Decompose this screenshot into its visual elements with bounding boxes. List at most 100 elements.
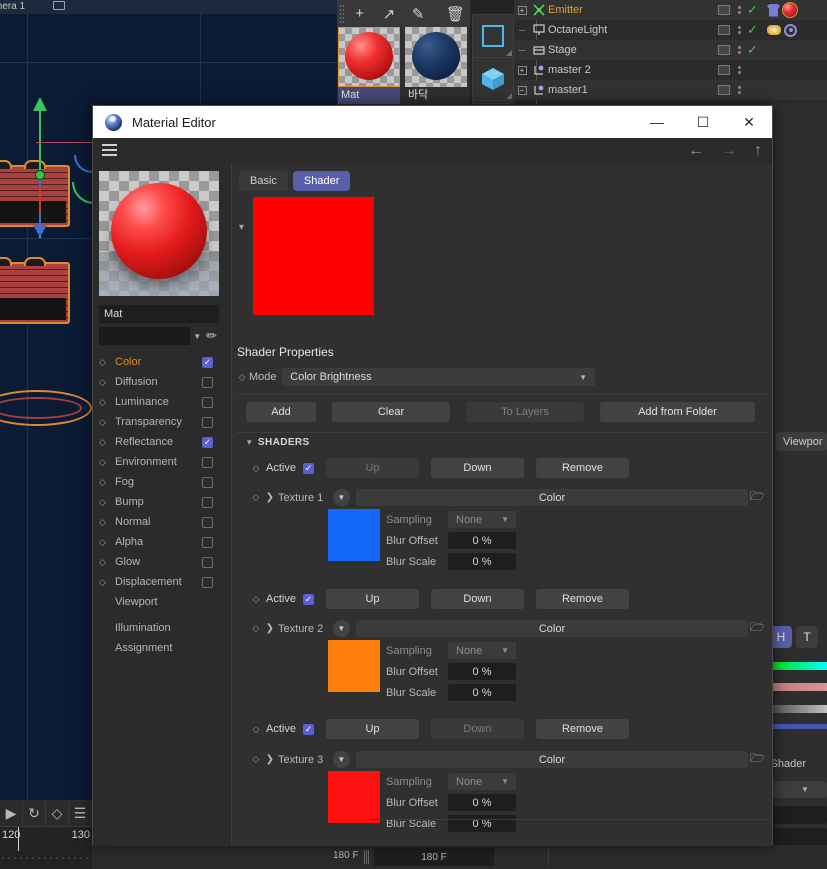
sampling-combo[interactable]: None ▼ [448,511,516,528]
channel-label[interactable]: Color [115,356,202,368]
back-arrow-icon[interactable]: ← [688,142,704,160]
texture-color-swatch[interactable] [328,509,380,561]
channel-checkbox[interactable] [202,576,213,588]
keyframe-diamond-icon[interactable]: ◇ [246,754,266,765]
square-icon[interactable] [473,15,513,58]
active-checkbox[interactable]: ✓ [302,593,314,605]
channel-checkbox[interactable] [202,416,213,428]
channel-label[interactable]: Environment [115,456,202,468]
keyframe-diamond-icon[interactable]: ◇ [99,397,115,408]
expand-plus-icon[interactable]: + [514,5,530,15]
channel-checkbox[interactable] [202,456,213,468]
t-button[interactable]: T [796,626,818,648]
keyframe-diamond-icon[interactable]: ◇ [246,623,266,634]
expand-arrow-icon[interactable]: ❯ [266,754,274,765]
to-layers-button[interactable]: To Layers [466,402,584,422]
object-row[interactable]: ─ Stage ✓ [514,40,827,60]
object-edit-toggle[interactable] [718,85,730,95]
remove-button[interactable]: Remove [535,719,629,739]
texture-value-field[interactable]: Color [355,489,749,506]
material-thumbnail[interactable] [405,27,467,87]
channel-row-transparency[interactable]: ◇ Transparency [99,412,219,432]
visibility-dots-icon[interactable] [734,6,744,14]
channel-label[interactable]: Displacement [115,576,202,588]
shader-color-swatch[interactable] [253,197,374,315]
visibility-dots-icon[interactable] [734,86,744,94]
h-button[interactable]: H [770,626,792,648]
channel-label[interactable]: Illumination [115,622,219,634]
active-checkbox[interactable]: ✓ [302,462,314,474]
channel-checkbox[interactable] [202,556,213,568]
cube-icon[interactable] [473,58,513,101]
channel-checkbox[interactable]: ✓ [202,436,213,448]
channel-label[interactable]: Assignment [115,642,219,654]
play-icon[interactable]: ▶ [0,801,23,825]
channel-checkbox[interactable] [202,516,213,528]
channel-label[interactable]: Reflectance [115,436,202,448]
channel-row-bump[interactable]: ◇ Bump [99,492,219,512]
keyframe-diamond-icon[interactable]: ◇ [235,372,249,383]
clear-button[interactable]: Clear [332,402,450,422]
active-checkbox[interactable]: ✓ [302,723,314,735]
object-edit-toggle[interactable] [718,25,730,35]
arrow-icon[interactable]: ↗ [374,0,403,27]
keyframe-diamond-icon[interactable]: ◇ [99,497,115,508]
gradient-strip-1[interactable] [768,662,827,670]
move-down-button[interactable]: Down [430,589,524,609]
texture-color-swatch[interactable] [328,771,380,823]
object-row[interactable]: + Emitter ✓ [514,0,827,20]
object-tags[interactable] [765,2,827,18]
move-up-button[interactable]: Up [325,719,419,739]
folder-icon[interactable]: 🗁 [748,618,766,639]
enabled-check-icon[interactable]: ✓ [747,22,765,38]
channel-row-luminance[interactable]: ◇ Luminance [99,392,219,412]
keyframe-diamond-icon[interactable]: ◇ [99,537,115,548]
expand-plus-icon[interactable]: + [514,65,530,75]
material-name-field[interactable]: Mat [99,305,219,323]
channel-row-environment[interactable]: ◇ Environment [99,452,219,472]
blur-scale-field[interactable]: 0 % [448,684,516,701]
gradient-strip-3[interactable] [768,705,827,713]
eyedropper-icon[interactable]: ✏ [204,328,219,344]
channel-row-alpha[interactable]: ◇ Alpha [99,532,219,552]
eyedropper-icon[interactable]: ✎ [404,0,433,27]
drag-grip-icon[interactable] [339,4,344,23]
material-item[interactable]: Mat [338,27,400,104]
tab-shader[interactable]: Shader [292,171,351,191]
object-name[interactable]: Stage [548,44,718,56]
channel-label[interactable]: Glow [115,556,202,568]
texture-dropdown-button[interactable]: ▼ [332,620,350,637]
material-item[interactable]: 바닥 [405,27,467,104]
viewport-object-brick[interactable] [0,257,70,324]
object-name[interactable]: master 2 [548,64,718,76]
up-arrow-icon[interactable]: ↑ [754,142,762,160]
light-tag-icon[interactable] [767,25,781,35]
object-row[interactable]: + master 2 [514,60,827,80]
keyframe-diamond-icon[interactable]: ◇ [99,517,115,528]
object-name[interactable]: master1 [548,84,718,96]
channel-label[interactable]: Normal [115,516,202,528]
channel-checkbox[interactable] [202,496,213,508]
channel-checkbox[interactable] [202,536,213,548]
texture-value-field[interactable]: Color [355,620,749,637]
window-title-bar[interactable]: Material Editor — ☐ ✕ [93,106,772,138]
material-tag-icon[interactable] [782,2,798,18]
gradient-strip-4[interactable] [768,724,827,729]
move-up-button[interactable]: Up [325,589,419,609]
move-down-button[interactable]: Down [430,458,524,478]
object-edit-toggle[interactable] [718,5,730,15]
blur-scale-field[interactable]: 0 % [448,815,516,832]
material-thumbnail[interactable] [338,27,400,87]
channel-row-color[interactable]: ◇ Color ✓ [99,352,219,372]
frame-field-right[interactable]: 180 F [374,848,494,866]
channel-row-glow[interactable]: ◇ Glow [99,552,219,572]
blur-scale-field[interactable]: 0 % [448,553,516,570]
folder-icon[interactable]: 🗁 [748,487,766,508]
channel-label[interactable]: Diffusion [115,376,202,388]
keyframe-diamond-icon[interactable]: ◇ [99,577,115,588]
keyframe-diamond-icon[interactable]: ◇ [99,557,115,568]
close-button[interactable]: ✕ [726,106,772,138]
octane-tag-icon[interactable] [784,23,797,37]
blur-offset-field[interactable]: 0 % [448,663,516,680]
gradient-strip-2[interactable] [768,683,827,691]
